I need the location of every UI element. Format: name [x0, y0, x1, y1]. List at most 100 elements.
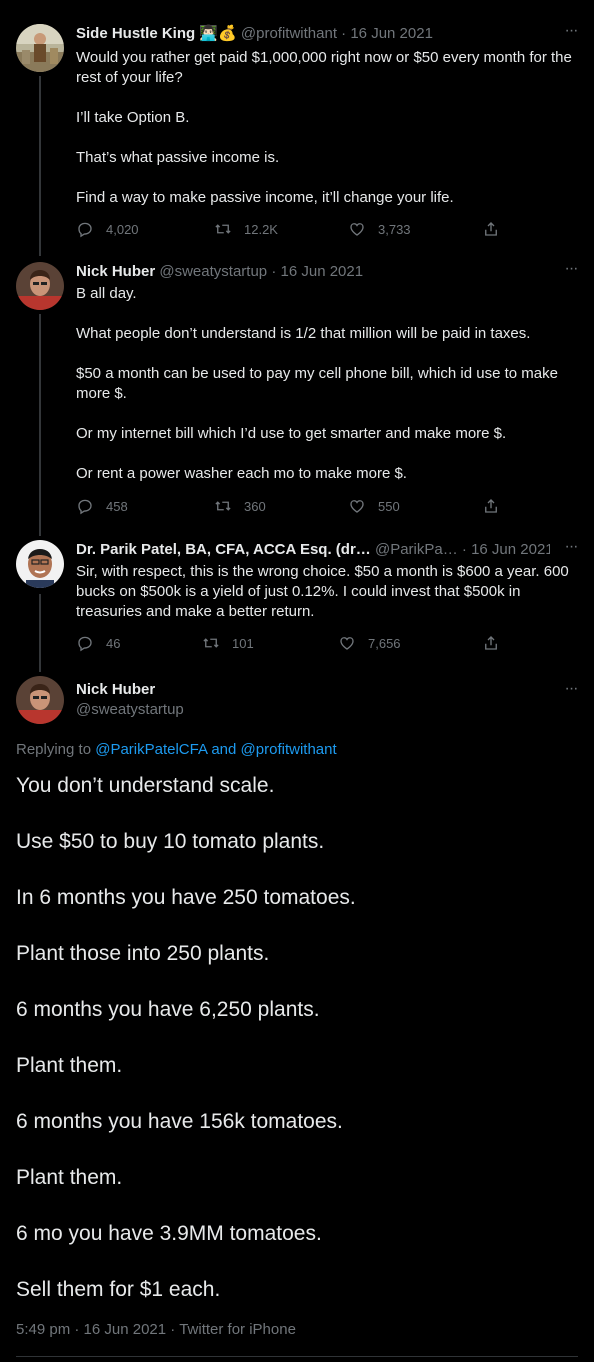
retweet-icon [215, 501, 231, 511]
reply-button[interactable]: 458 [76, 496, 128, 516]
tweet-date[interactable]: 16 Jun 2021 [350, 25, 433, 42]
heart-icon [350, 500, 364, 513]
tweet-paragraph: Plant them. [16, 1166, 123, 1189]
tweet-date[interactable]: 16 Jun 2021 [471, 541, 550, 558]
separator: · [461, 541, 467, 558]
divider [16, 1356, 578, 1357]
replying-to: Replying to @ParikPatelCFA and @profitwi… [16, 740, 337, 760]
retweet-button[interactable]: 101 [202, 633, 254, 653]
share-icon [485, 222, 497, 236]
tweet-header: Dr. Parik Patel, BA, CFA, ACCA Esq. (dr…… [76, 540, 550, 560]
share-icon [485, 636, 497, 650]
tweet-header: Side Hustle King 👨🏻‍💻💰 @profitwithant · … [76, 24, 550, 44]
reply-button[interactable]: 46 [76, 633, 120, 653]
retweet-count: 101 [232, 635, 254, 651]
display-name[interactable]: Nick Huber [76, 680, 184, 700]
replying-prefix: Replying to [16, 741, 96, 758]
tweet-actions: 46 101 7,656 [76, 633, 516, 653]
tweet-actions: 458 360 550 [76, 496, 516, 516]
tweet-paragraph: Sir, with respect, this is the wrong cho… [76, 563, 569, 620]
tweet-paragraph: 6 mo you have 3.9MM tomatoes. [16, 1222, 322, 1245]
tweet-meta: 5:49 pm · 16 Jun 2021 · Twitter for iPho… [16, 1320, 296, 1340]
tweet-paragraph: In 6 months you have 250 tomatoes. [16, 886, 356, 909]
more-options-icon[interactable]: ··· [562, 681, 580, 700]
tweet-parik-patel[interactable]: Dr. Parik Patel, BA, CFA, ACCA Esq. (dr…… [0, 539, 594, 660]
tweet-paragraph: Or my internet bill which I’d use to get… [76, 425, 507, 442]
name-emoji: 👨🏻‍💻💰 [199, 25, 237, 42]
separator: · [341, 25, 347, 42]
heart-icon [340, 637, 354, 650]
like-button[interactable]: 7,656 [338, 633, 401, 653]
tweet-paragraph: B all day. [76, 285, 137, 302]
mention-link[interactable]: @ParikPatelCFA [95, 741, 207, 758]
tweet-time[interactable]: 5:49 pm [16, 1321, 70, 1338]
tweet-paragraph: Use $50 to buy 10 tomato plants. [16, 830, 325, 853]
tweet-paragraph: 6 months you have 156k tomatoes. [16, 1110, 343, 1133]
handle[interactable]: @sweatystartup [76, 700, 184, 720]
tweet-text: You don’t understand scale. Use $50 to b… [16, 772, 578, 1304]
avatar[interactable] [16, 24, 64, 72]
tweet-paragraph: Plant them. [16, 1054, 123, 1077]
tweet-side-hustle-king[interactable]: Side Hustle King 👨🏻‍💻💰 @profitwithant · … [0, 23, 594, 244]
tweet-paragraph: 6 months you have 6,250 plants. [16, 998, 320, 1021]
separator: · [74, 1321, 80, 1338]
tweet-paragraph: Find a way to make passive income, it’ll… [76, 189, 454, 206]
author-block: Nick Huber @sweatystartup [76, 680, 184, 720]
reply-count: 4,020 [106, 221, 139, 237]
tweet-text: Sir, with respect, this is the wrong cho… [76, 562, 574, 622]
display-name[interactable]: Nick Huber [76, 263, 155, 280]
like-count: 7,656 [368, 635, 401, 651]
reply-icon [78, 499, 92, 515]
avatar[interactable] [16, 262, 64, 310]
avatar[interactable] [16, 540, 64, 588]
reply-count: 458 [106, 498, 128, 514]
tweet-text: Would you rather get paid $1,000,000 rig… [76, 48, 574, 208]
tweet-paragraph: Plant those into 250 plants. [16, 942, 270, 965]
more-options-icon[interactable]: ··· [562, 23, 580, 42]
tweet-paragraph: You don’t understand scale. [16, 774, 275, 797]
tweet-actions: 4,020 12.2K 3,733 [76, 219, 516, 239]
reply-icon [78, 222, 92, 238]
mention-link[interactable]: @profitwithant [241, 741, 337, 758]
tweet-paragraph: Or rent a power washer each mo to make m… [76, 465, 407, 482]
tweet-date[interactable]: 16 Jun 2021 [281, 263, 364, 280]
retweet-count: 360 [244, 498, 266, 514]
tweet-date[interactable]: 16 Jun 2021 [84, 1321, 167, 1338]
tweet-paragraph: $50 a month can be used to pay my cell p… [76, 365, 558, 402]
more-options-icon[interactable]: ··· [562, 539, 580, 558]
reply-count: 46 [106, 635, 121, 651]
retweet-count: 12.2K [244, 221, 278, 237]
share-button[interactable] [482, 219, 512, 239]
tweet-nick-huber-reply[interactable]: Nick Huber @sweatystartup · 16 Jun 2021 … [0, 261, 594, 524]
tweet-source[interactable]: Twitter for iPhone [179, 1321, 296, 1338]
tweet-paragraph: Sell them for $1 each. [16, 1278, 221, 1301]
display-name[interactable]: Dr. Parik Patel, BA, CFA, ACCA Esq. (dr… [76, 541, 371, 558]
avatar[interactable] [16, 676, 64, 724]
tweet-paragraph: What people don’t understand is 1/2 that… [76, 325, 531, 342]
tweet-paragraph: That’s what passive income is. [76, 149, 280, 166]
separator: · [271, 263, 277, 280]
like-count: 550 [378, 498, 400, 514]
retweet-icon [203, 638, 219, 648]
like-count: 3,733 [378, 221, 411, 237]
more-options-icon[interactable]: ··· [562, 261, 580, 280]
reply-icon [78, 636, 92, 652]
retweet-icon [215, 224, 231, 234]
share-button[interactable] [482, 633, 512, 653]
like-button[interactable]: 550 [348, 496, 400, 516]
handle[interactable]: @profitwithant [241, 25, 337, 42]
main-tweet: Nick Huber @sweatystartup ··· Replying t… [0, 676, 594, 1362]
separator: · [170, 1321, 176, 1338]
replying-and: and [207, 741, 241, 758]
display-name[interactable]: Side Hustle King [76, 25, 195, 42]
retweet-button[interactable]: 12.2K [214, 219, 278, 239]
reply-button[interactable]: 4,020 [76, 219, 139, 239]
tweet-text: B all day. What people don’t understand … [76, 284, 574, 484]
handle[interactable]: @sweatystartup [159, 263, 267, 280]
tweet-header: Nick Huber @sweatystartup · 16 Jun 2021 [76, 262, 550, 282]
share-button[interactable] [482, 496, 512, 516]
tweet-paragraph: Would you rather get paid $1,000,000 rig… [76, 49, 572, 86]
retweet-button[interactable]: 360 [214, 496, 266, 516]
handle[interactable]: @ParikPa… [375, 541, 458, 558]
like-button[interactable]: 3,733 [348, 219, 411, 239]
